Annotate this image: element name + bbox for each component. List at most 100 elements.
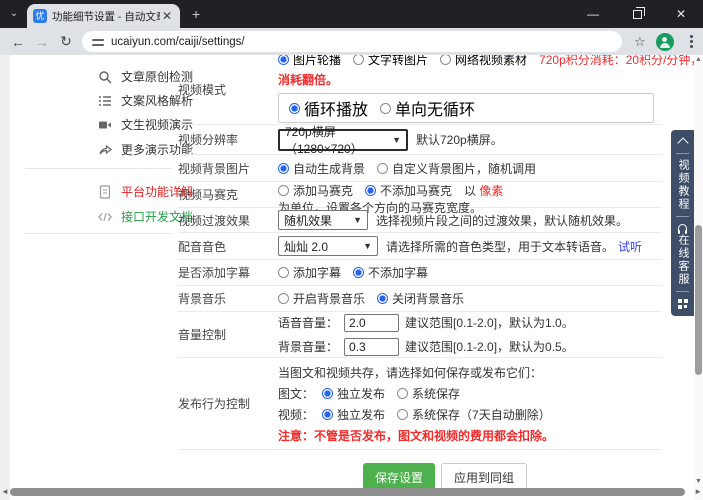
select-value: 随机效果 xyxy=(284,212,332,229)
mosaic-note-unit: 像素 xyxy=(479,182,503,199)
divider xyxy=(676,153,689,154)
bookmark-star-icon[interactable]: ☆ xyxy=(634,34,646,50)
close-button[interactable]: ✕ xyxy=(659,0,703,28)
radio-option[interactable]: 自动生成背景 xyxy=(278,160,365,177)
radio-icon xyxy=(440,55,451,65)
publish-video-row: 视频： 独立发布 系统保存（7天自动删除） xyxy=(278,406,662,423)
radio-icon xyxy=(322,388,333,399)
address-bar[interactable]: ucaiyun.com/caiji/settings/ xyxy=(82,31,622,52)
site-favicon-icon: 优 xyxy=(33,9,47,23)
radio-option[interactable]: 单向无循环 xyxy=(380,96,475,120)
site-info-icon[interactable] xyxy=(92,37,104,47)
radio-option[interactable]: 自定义背景图片，随机调用 xyxy=(377,160,536,177)
video-mode-playback-box: 循环播放 单向无循环 xyxy=(278,93,654,123)
bgm-volume-input[interactable] xyxy=(344,338,399,356)
radio-option[interactable]: 系统保存 xyxy=(397,385,460,402)
radio-label: 循环播放 xyxy=(304,96,368,120)
radio-label: 自定义背景图片，随机调用 xyxy=(392,160,536,177)
tab-search-chevron-icon[interactable]: ⌄ xyxy=(6,7,22,21)
radio-option[interactable]: 添加马赛克 xyxy=(278,182,353,199)
minimize-button[interactable]: — xyxy=(571,0,615,28)
settings-form: 视频模式 图片轮播 文字转图片 网络视频素材 720p积分消耗：20积分/分钟，… xyxy=(178,55,662,492)
field-note: 建议范围[0.1-2.0]，默认为0.5。 xyxy=(405,338,574,355)
radio-option[interactable]: 添加字幕 xyxy=(278,264,341,281)
search-icon xyxy=(98,70,112,84)
divider xyxy=(676,216,689,217)
row-volume: 音量控制 语音音量： 建议范围[0.1-2.0]，默认为1.0。 背景音量： 建… xyxy=(178,312,662,358)
browser-titlebar: ⌄ 优 功能细节设置 - 自动文章采集 ✕ + — ✕ xyxy=(0,0,703,28)
radio-label: 开启背景音乐 xyxy=(293,290,365,307)
radio-option[interactable]: 网络视频素材 xyxy=(440,55,527,68)
vertical-scrollbar[interactable]: ▲ ▼ xyxy=(694,55,703,500)
browser-menu-icon[interactable] xyxy=(682,35,702,48)
field-label: 语音音量： xyxy=(278,314,338,331)
collapse-chevron-icon[interactable] xyxy=(677,137,688,148)
row-label: 发布行为控制 xyxy=(178,358,278,449)
back-button[interactable]: ← xyxy=(6,34,30,50)
share-arrow-icon xyxy=(98,143,112,157)
voice-preview-link[interactable]: 试听 xyxy=(618,238,642,255)
radio-option[interactable]: 开启背景音乐 xyxy=(278,290,365,307)
scroll-down-arrow-icon[interactable]: ▼ xyxy=(694,477,703,486)
maximize-button[interactable] xyxy=(615,0,659,28)
radio-option[interactable]: 不添加字幕 xyxy=(353,264,428,281)
page-content: 文章原创检测 文案风格解析 文生视频演示 更多演示功能 平台功能详解 接口开发文… xyxy=(0,55,703,500)
code-icon xyxy=(98,210,112,224)
radio-option[interactable]: 不添加马赛克 xyxy=(365,182,452,199)
voice-note: 请选择所需的音色类型，用于文本转语音。 xyxy=(386,238,614,255)
radio-option[interactable]: 独立发布 xyxy=(322,385,385,402)
radio-option[interactable]: 图片轮播 xyxy=(278,55,341,68)
radio-icon xyxy=(377,293,388,304)
voice-select[interactable]: 灿灿 2.0▼ xyxy=(278,236,378,256)
profile-avatar[interactable] xyxy=(656,33,674,51)
field-label: 视频： xyxy=(278,406,314,423)
scroll-right-arrow-icon[interactable]: ► xyxy=(694,487,702,497)
radio-label: 网络视频素材 xyxy=(455,55,527,68)
publish-warning: 注意：不管是否发布，图文和视频的费用都会扣除。 xyxy=(278,427,662,444)
video-tutorial-link[interactable]: 视频教程 xyxy=(676,159,689,211)
radio-icon xyxy=(278,267,289,278)
divider xyxy=(25,233,172,234)
video-icon xyxy=(98,118,112,132)
horizontal-scrollbar-thumb[interactable] xyxy=(10,488,685,496)
radio-option[interactable]: 系统保存（7天自动删除） xyxy=(397,406,551,423)
row-voice: 配音音色 灿灿 2.0▼ 请选择所需的音色类型，用于文本转语音。 试听 xyxy=(178,233,662,260)
window-controls: — ✕ xyxy=(571,0,703,28)
forward-button[interactable]: → xyxy=(30,34,54,50)
reload-button[interactable]: ↻ xyxy=(54,33,78,50)
resolution-select[interactable]: 720p横屏（1280×720）▼ xyxy=(278,129,408,151)
radio-option[interactable]: 独立发布 xyxy=(322,406,385,423)
chevron-down-icon: ▼ xyxy=(392,135,401,145)
scroll-up-arrow-icon[interactable]: ▲ xyxy=(694,55,703,64)
radio-option[interactable]: 关闭背景音乐 xyxy=(377,290,464,307)
new-tab-button[interactable]: + xyxy=(192,7,200,21)
radio-label: 不添加字幕 xyxy=(368,264,428,281)
row-resolution: 视频分辨率 720p横屏（1280×720）▼ 默认720p横屏。 xyxy=(178,125,662,155)
divider xyxy=(676,291,689,292)
row-label: 视频背景图片 xyxy=(178,155,278,181)
row-subtitle: 是否添加字幕 添加字幕 不添加字幕 xyxy=(178,260,662,286)
row-background-image: 视频背景图片 自动生成背景 自定义背景图片，随机调用 xyxy=(178,155,662,182)
radio-option[interactable]: 循环播放 xyxy=(289,96,368,120)
radio-label: 独立发布 xyxy=(337,406,385,423)
browser-toolbar: ← → ↻ ucaiyun.com/caiji/settings/ ☆ xyxy=(0,28,703,55)
publish-intro: 当图文和视频共存，请选择如何保存或发布它们： xyxy=(278,364,662,381)
horizontal-scrollbar[interactable]: ◄ ► xyxy=(0,487,703,497)
browser-tab[interactable]: 优 功能细节设置 - 自动文章采集 ✕ xyxy=(27,4,180,28)
tab-close-icon[interactable]: ✕ xyxy=(162,10,172,22)
radio-icon xyxy=(278,185,289,196)
scroll-left-arrow-icon[interactable]: ◄ xyxy=(1,487,9,497)
row-label: 背景音乐 xyxy=(178,286,278,311)
radio-icon xyxy=(397,388,408,399)
qr-code-icon[interactable] xyxy=(678,299,688,309)
radio-label: 自动生成背景 xyxy=(293,160,365,177)
voice-volume-input[interactable] xyxy=(344,314,399,332)
radio-label: 系统保存（7天自动删除） xyxy=(412,406,551,423)
online-support-link[interactable]: 在线客服 xyxy=(676,234,689,286)
radio-label: 图片轮播 xyxy=(293,55,341,68)
vertical-scrollbar-thumb[interactable] xyxy=(695,225,702,375)
list-icon xyxy=(98,94,112,108)
row-label: 视频过渡效果 xyxy=(178,208,278,232)
transition-select[interactable]: 随机效果▼ xyxy=(278,210,368,230)
radio-option[interactable]: 文字转图片 xyxy=(353,55,428,68)
